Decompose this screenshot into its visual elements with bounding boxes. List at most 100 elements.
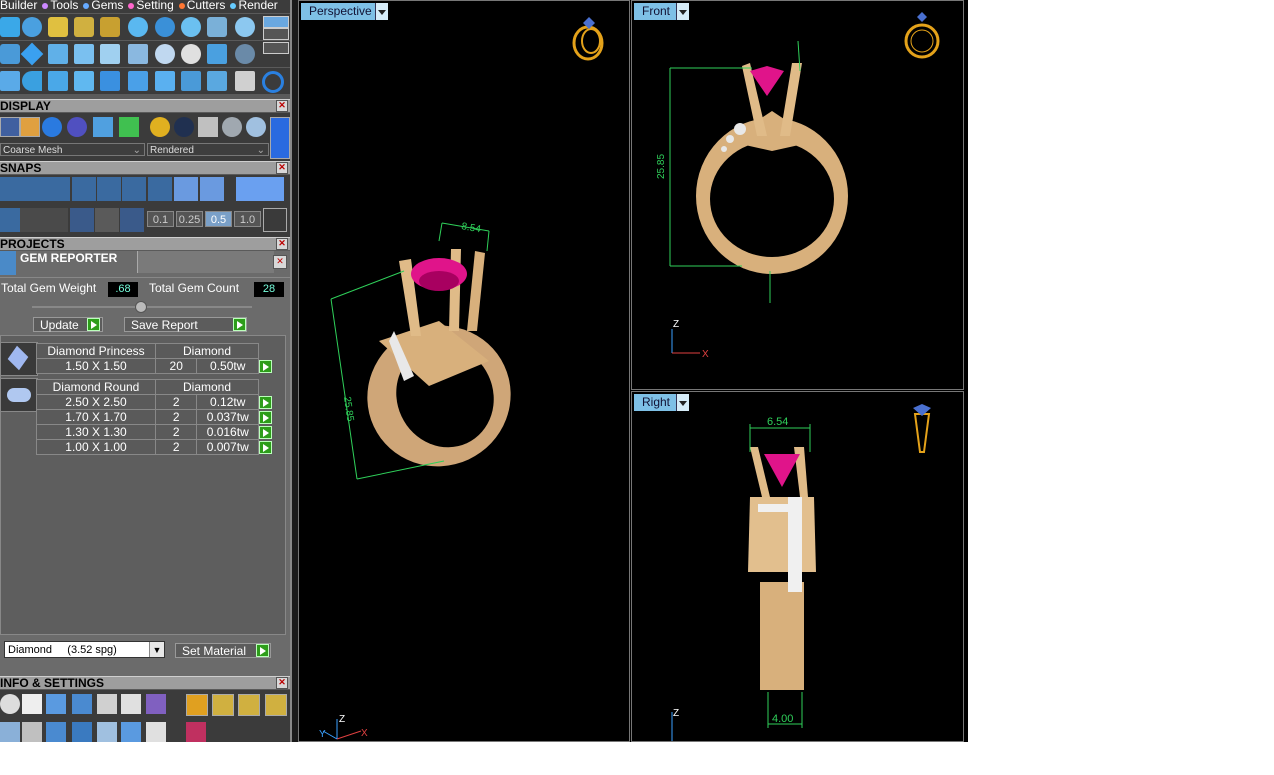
- arc-tool-icon[interactable]: [22, 71, 42, 91]
- close-icon[interactable]: ✕: [273, 255, 287, 269]
- snap-grid-toggle-icon[interactable]: [263, 208, 287, 232]
- mesh-dropdown[interactable]: Coarse Mesh ⌄: [0, 143, 145, 156]
- snap-object-icon[interactable]: [120, 208, 144, 232]
- snap-plane-icon[interactable]: [0, 208, 22, 232]
- view-toggle-2-icon[interactable]: [263, 28, 289, 40]
- chain-tool-icon[interactable]: [235, 44, 255, 64]
- select-gem-icon[interactable]: [259, 425, 272, 439]
- snap-value-2[interactable]: 0.5: [205, 211, 232, 227]
- snap-line-icon[interactable]: [44, 208, 68, 232]
- snap-value-1[interactable]: 0.25: [176, 211, 203, 227]
- save-report-button[interactable]: Save Report: [124, 317, 247, 332]
- snap-perp-icon[interactable]: [97, 177, 121, 201]
- curve-tool-icon[interactable]: [0, 17, 20, 37]
- table-row[interactable]: 1.50 X 1.50 20 0.50tw: [36, 358, 278, 374]
- flat-gem-icon[interactable]: [48, 44, 68, 64]
- material-glass-icon[interactable]: [246, 117, 266, 137]
- snap-end-icon[interactable]: [200, 177, 224, 201]
- table-row[interactable]: Diamond Princess Diamond: [36, 343, 278, 359]
- close-icon[interactable]: ✕: [276, 238, 288, 250]
- front-viewport[interactable]: Front 25.85 Z X: [631, 0, 964, 390]
- snap-quad-icon[interactable]: [122, 177, 146, 201]
- pencil-icon[interactable]: [74, 44, 94, 64]
- grid-view-icon[interactable]: [0, 722, 20, 742]
- gem-setting-tool-icon[interactable]: [100, 17, 120, 37]
- select-gem-icon[interactable]: [259, 410, 272, 424]
- prong-tool-icon[interactable]: [128, 44, 148, 64]
- menu-gems[interactable]: Gems: [91, 0, 123, 12]
- snap-angle-icon[interactable]: [70, 208, 94, 232]
- snap-mid-icon[interactable]: [174, 177, 198, 201]
- snap-value-3[interactable]: 1.0: [234, 211, 261, 227]
- scale-tool-icon[interactable]: [155, 71, 175, 91]
- flower-tool-icon[interactable]: [235, 17, 255, 37]
- sweep-tool-icon[interactable]: [0, 44, 20, 64]
- wireframe-icon[interactable]: [0, 117, 20, 137]
- perspective-viewport[interactable]: Perspective 25.85 8.54 Z X Y: [298, 0, 630, 742]
- menu-tools[interactable]: Tools: [50, 0, 78, 12]
- snap-curve-icon[interactable]: [22, 177, 46, 201]
- render-settings-icon[interactable]: [186, 694, 208, 716]
- save-report-go-icon[interactable]: [233, 318, 246, 331]
- stack-icon[interactable]: [72, 722, 92, 742]
- filter-icon[interactable]: [97, 722, 117, 742]
- split-tool-icon[interactable]: [207, 71, 227, 91]
- close-icon[interactable]: ✕: [276, 677, 288, 689]
- projects-panel-header[interactable]: PROJECTS ✕: [0, 237, 291, 250]
- edit-gem-tool-icon[interactable]: [74, 17, 94, 37]
- snaps-panel-header[interactable]: SNAPS ✕: [0, 161, 291, 174]
- export-icon[interactable]: [212, 694, 234, 716]
- update-go-icon[interactable]: [87, 318, 100, 331]
- grid-green-icon[interactable]: [119, 117, 139, 137]
- rotate-tool-icon[interactable]: [128, 71, 148, 91]
- table-row[interactable]: 1.70 X 1.70 2 0.037tw: [36, 409, 278, 425]
- snap-value-0[interactable]: 0.1: [147, 211, 174, 227]
- snap-gem-icon[interactable]: [95, 208, 119, 232]
- snap-ortho-icon[interactable]: [236, 177, 284, 201]
- set-material-go-icon[interactable]: [256, 644, 269, 657]
- table-row[interactable]: Diamond Round Diamond: [36, 379, 278, 395]
- display-toggle-icon[interactable]: [270, 117, 290, 159]
- gear-white-icon[interactable]: [181, 44, 201, 64]
- environment-icon[interactable]: [93, 117, 113, 137]
- delete-icon[interactable]: [265, 694, 287, 716]
- node-tool-icon[interactable]: [0, 71, 20, 91]
- ring-tool-icon[interactable]: [262, 71, 284, 93]
- shank-tool-icon[interactable]: [100, 44, 120, 64]
- box-icon[interactable]: [72, 694, 92, 714]
- snap-center-icon[interactable]: [148, 177, 172, 201]
- list-icon[interactable]: [146, 722, 166, 742]
- search-icon[interactable]: [22, 694, 42, 714]
- menu-builder[interactable]: Builder: [0, 0, 37, 12]
- right-viewport[interactable]: Right 6.54 4.00 Z: [631, 391, 964, 742]
- material-gold-icon[interactable]: [150, 117, 170, 137]
- sphere-icon[interactable]: [42, 117, 62, 137]
- document-icon[interactable]: [97, 694, 117, 714]
- select-gem-icon[interactable]: [259, 440, 272, 454]
- grid-tool-icon[interactable]: [207, 44, 227, 64]
- table-row[interactable]: 1.30 X 1.30 2 0.016tw: [36, 424, 278, 440]
- settings-gear-icon[interactable]: [0, 694, 20, 714]
- cutter-tool-icon[interactable]: [207, 17, 227, 37]
- diamond-icon[interactable]: [20, 42, 44, 66]
- plugin-icon[interactable]: [146, 694, 166, 714]
- link-tool-icon[interactable]: [181, 71, 201, 91]
- render-mode-dropdown[interactable]: Rendered ⌄: [147, 143, 269, 156]
- pave-tool-icon[interactable]: [128, 17, 148, 37]
- fillet-tool-icon[interactable]: [48, 71, 68, 91]
- view-toggle-icon[interactable]: [263, 16, 289, 28]
- sphere-dark-icon[interactable]: [67, 117, 87, 137]
- close-icon[interactable]: ✕: [276, 162, 288, 174]
- drop-tool-icon[interactable]: [155, 17, 175, 37]
- shaded-icon[interactable]: [20, 117, 40, 137]
- info-settings-header[interactable]: INFO & SETTINGS ✕: [0, 676, 291, 689]
- snap-point-icon[interactable]: [72, 177, 96, 201]
- menu-setting[interactable]: Setting: [136, 0, 173, 12]
- snap-cube-icon[interactable]: [20, 208, 44, 232]
- add-gem-tool-icon[interactable]: [48, 17, 68, 37]
- select-gem-icon[interactable]: [259, 359, 272, 373]
- layers-icon[interactable]: [46, 694, 66, 714]
- scissors-icon[interactable]: [235, 71, 255, 91]
- monitor-icon[interactable]: [22, 722, 42, 742]
- gear-icon[interactable]: [181, 17, 201, 37]
